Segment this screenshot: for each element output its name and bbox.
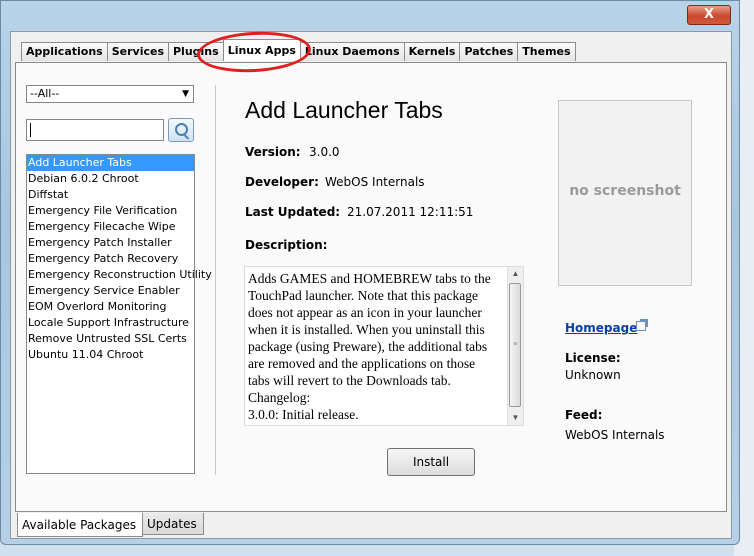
screenshot-placeholder: no screenshot — [558, 100, 692, 286]
filter-selected-value: --All-- — [30, 87, 60, 100]
list-item[interactable]: Ubuntu 11.04 Chroot — [27, 347, 194, 363]
list-item[interactable]: Diffstat — [27, 187, 194, 203]
scrollbar-thumb[interactable]: ≡ — [509, 283, 521, 407]
tab-themes[interactable]: Themes — [517, 42, 576, 61]
list-item[interactable]: Debian 6.0.2 Chroot — [27, 171, 194, 187]
list-item[interactable]: EOM Overlord Monitoring — [27, 299, 194, 315]
license-value: Unknown — [565, 368, 621, 382]
description-line: Adds GAMES and HOMEBREW tabs to the — [248, 271, 491, 286]
description-line: package (using Preware), the additional … — [248, 339, 488, 354]
install-button[interactable]: Install — [387, 448, 475, 476]
list-item[interactable]: Remove Untrusted SSL Certs — [27, 331, 194, 347]
description-label: Description: — [245, 238, 328, 252]
package-title: Add Launcher Tabs — [245, 97, 443, 123]
filter-dropdown[interactable]: --All-- ▼ — [26, 85, 194, 103]
license-label: License: — [565, 351, 621, 365]
search-input[interactable] — [26, 119, 164, 141]
list-item[interactable]: Emergency File Verification — [27, 203, 194, 219]
list-item[interactable]: Emergency Service Enabler — [27, 283, 194, 299]
last-updated-label: Last Updated: — [245, 205, 341, 219]
developer-value: WebOS Internals — [325, 175, 425, 189]
list-item[interactable]: Emergency Filecache Wipe — [27, 219, 194, 235]
description-box[interactable]: Adds GAMES and HOMEBREW tabs to the Touc… — [244, 266, 524, 426]
app-window: X Applications Services Plugins Linux Ap… — [0, 0, 740, 545]
search-button[interactable] — [168, 118, 194, 142]
list-item[interactable]: Add Launcher Tabs — [27, 155, 194, 171]
homepage-link[interactable]: Homepage — [565, 321, 637, 335]
close-button[interactable]: X — [687, 5, 731, 25]
version-value: 3.0.0 — [309, 145, 340, 159]
description-line: tabs will revert to the Downloads tab. — [248, 373, 451, 388]
list-item[interactable]: Emergency Patch Installer — [27, 235, 194, 251]
description-line: does not appear as an icon in your launc… — [248, 305, 482, 320]
feed-label: Feed: — [565, 408, 603, 422]
description-line: when it is installed. When you uninstall… — [248, 322, 485, 337]
developer-label: Developer: — [245, 175, 319, 189]
text-cursor — [30, 123, 31, 137]
scroll-down-arrow-icon[interactable]: ▼ — [508, 411, 523, 425]
scroll-up-arrow-icon[interactable]: ▲ — [508, 267, 523, 281]
chevron-down-icon: ▼ — [182, 89, 189, 99]
list-item[interactable]: Emergency Reconstruction Utility — [27, 267, 212, 283]
tab-applications[interactable]: Applications — [21, 42, 108, 61]
tab-updates[interactable]: Updates — [142, 513, 204, 535]
package-list[interactable]: Add Launcher Tabs Debian 6.0.2 Chroot Di… — [26, 154, 212, 474]
version-label: Version: — [245, 145, 301, 159]
description-line: are removed and the applications on thos… — [248, 356, 476, 371]
panel-divider — [215, 85, 216, 475]
window-client-area: Applications Services Plugins Linux Apps… — [10, 29, 732, 539]
tab-available-packages[interactable]: Available Packages — [17, 513, 143, 537]
tab-services[interactable]: Services — [106, 42, 169, 61]
description-line: TouchPad launcher. Note that this packag… — [248, 288, 478, 303]
list-item[interactable]: Emergency Patch Recovery — [27, 251, 194, 267]
external-link-icon — [636, 319, 648, 331]
list-item[interactable]: Locale Support Infrastructure — [27, 315, 194, 331]
last-updated-value: 21.07.2011 12:11:51 — [347, 205, 474, 219]
tab-kernels[interactable]: Kernels — [403, 42, 461, 61]
feed-value: WebOS Internals — [565, 428, 665, 442]
tab-linux-daemons[interactable]: Linux Daemons — [299, 42, 405, 61]
description-scrollbar[interactable]: ▲ ≡ ▼ — [507, 267, 523, 425]
tab-panel: --All-- ▼ Add Launcher Tabs Debian 6.0.2… — [15, 62, 727, 512]
tab-patches[interactable]: Patches — [459, 42, 519, 61]
description-line: Changelog: — [248, 390, 311, 405]
description-line: 3.0.0: Initial release. — [248, 407, 359, 422]
